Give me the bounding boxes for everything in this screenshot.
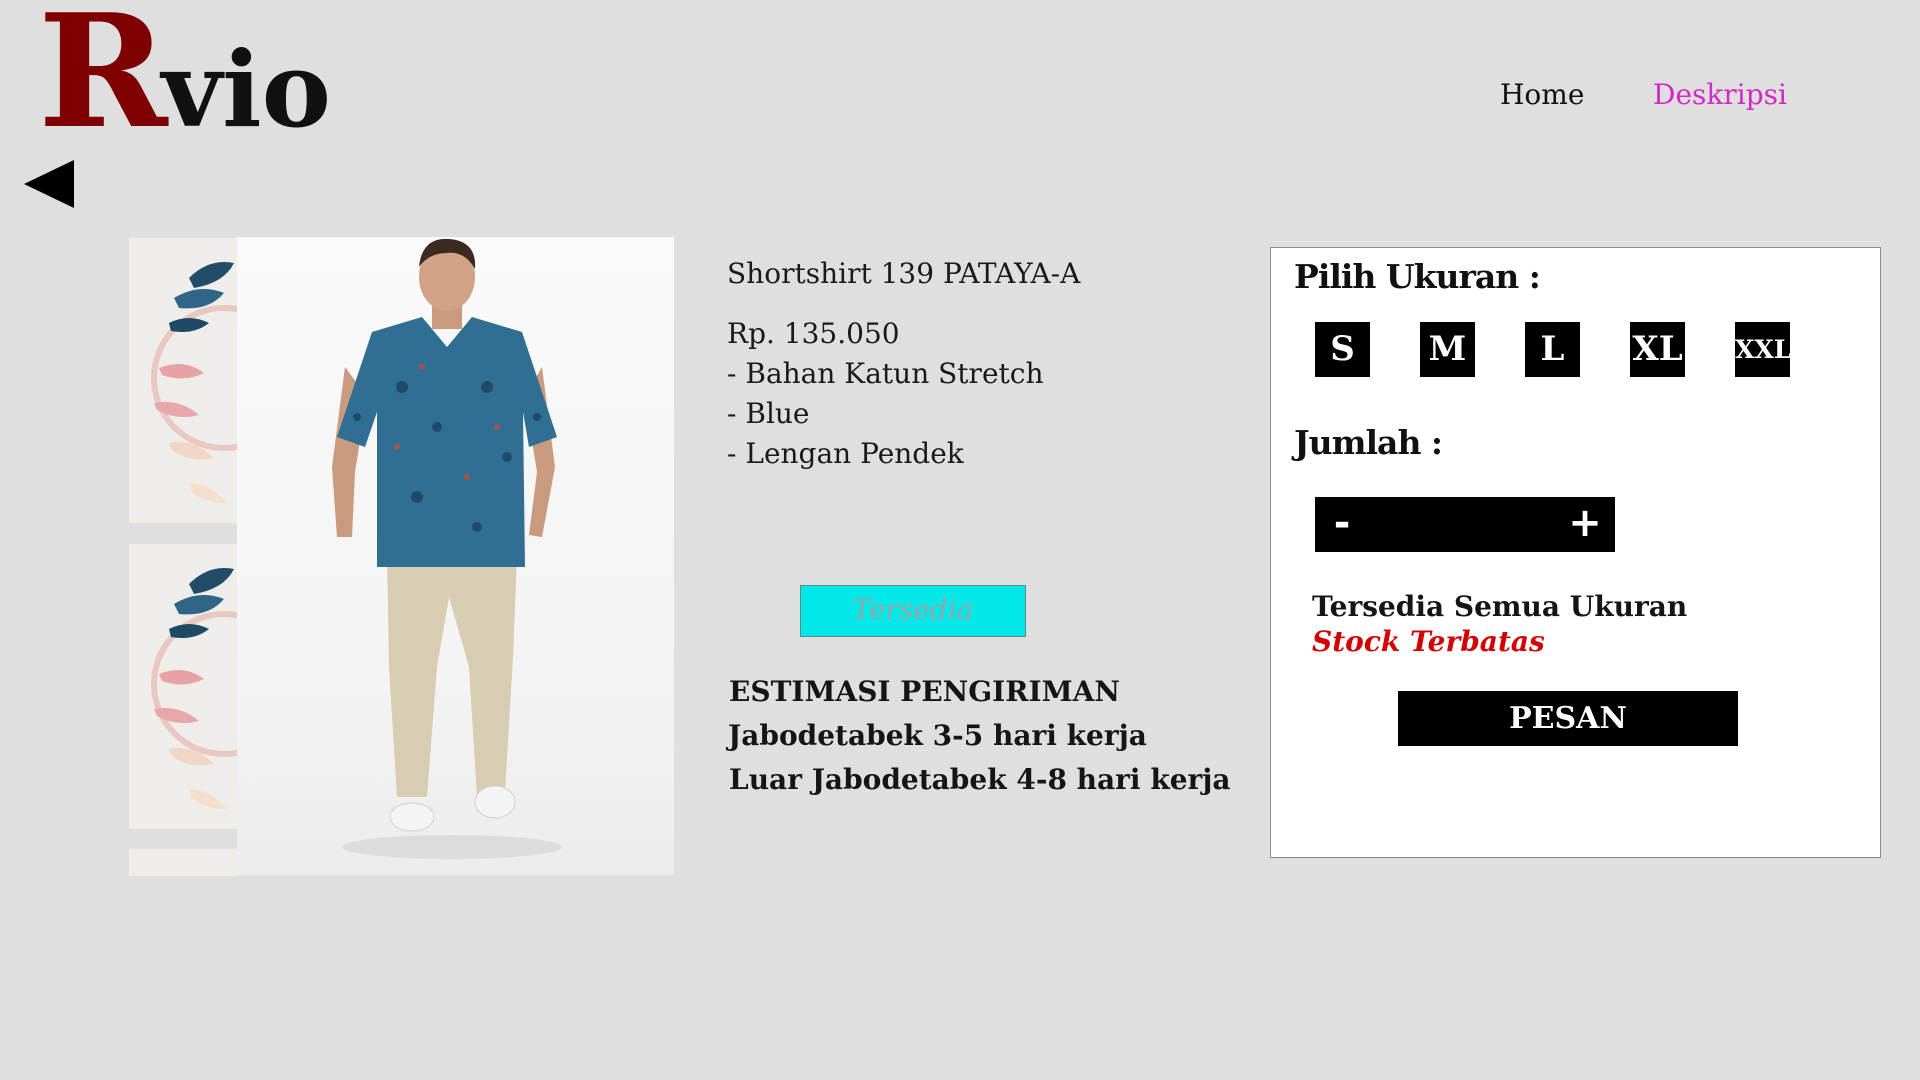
shipping-estimate: Jabodetabek 3-5 hari kerja [728, 719, 1147, 752]
quantity-increase-button[interactable]: + [1563, 497, 1607, 552]
size-option-s[interactable]: S [1315, 322, 1370, 377]
size-option-l[interactable]: L [1525, 322, 1580, 377]
back-triangle-icon[interactable] [24, 158, 76, 210]
order-button[interactable]: PESAN [1398, 691, 1738, 746]
floral-thumbnail-image [129, 238, 237, 523]
size-availability-note: Tersedia Semua Ukuran [1312, 590, 1688, 623]
product-thumbnail[interactable] [129, 238, 237, 523]
floral-thumbnail-image [129, 544, 237, 829]
size-option-xxl[interactable]: XXL [1735, 322, 1790, 377]
product-price: Rp. 135.050 [727, 317, 900, 350]
brand-logo[interactable]: Rvio [38, 0, 331, 150]
product-thumbnail[interactable] [129, 849, 237, 876]
quantity-label: Jumlah : [1294, 423, 1443, 462]
size-option-xl[interactable]: XL [1630, 322, 1685, 377]
nav-deskripsi[interactable]: Deskripsi [1653, 78, 1787, 111]
stock-warning: Stock Terbatas [1312, 625, 1545, 658]
size-label: Pilih Ukuran : [1294, 257, 1541, 296]
shipping-title: ESTIMASI PENGIRIMAN [729, 675, 1120, 708]
model-photo-illustration [332, 238, 562, 859]
size-option-m[interactable]: M [1420, 322, 1475, 377]
product-main-image [237, 237, 674, 875]
product-thumbnail[interactable] [129, 544, 237, 829]
logo-text: vio [161, 28, 331, 151]
product-feature: - Bahan Katun Stretch [727, 357, 1044, 390]
product-feature: - Lengan Pendek [727, 437, 964, 470]
nav-home[interactable]: Home [1500, 78, 1584, 111]
shipping-estimate: Luar Jabodetabek 4-8 hari kerja [729, 763, 1231, 796]
quantity-decrease-button[interactable]: - [1320, 497, 1364, 552]
logo-initial: R [38, 0, 168, 163]
availability-badge: Tersedia [800, 585, 1026, 637]
product-feature: - Blue [727, 397, 810, 430]
product-name: Shortshirt 139 PATAYA-A [727, 257, 1081, 290]
